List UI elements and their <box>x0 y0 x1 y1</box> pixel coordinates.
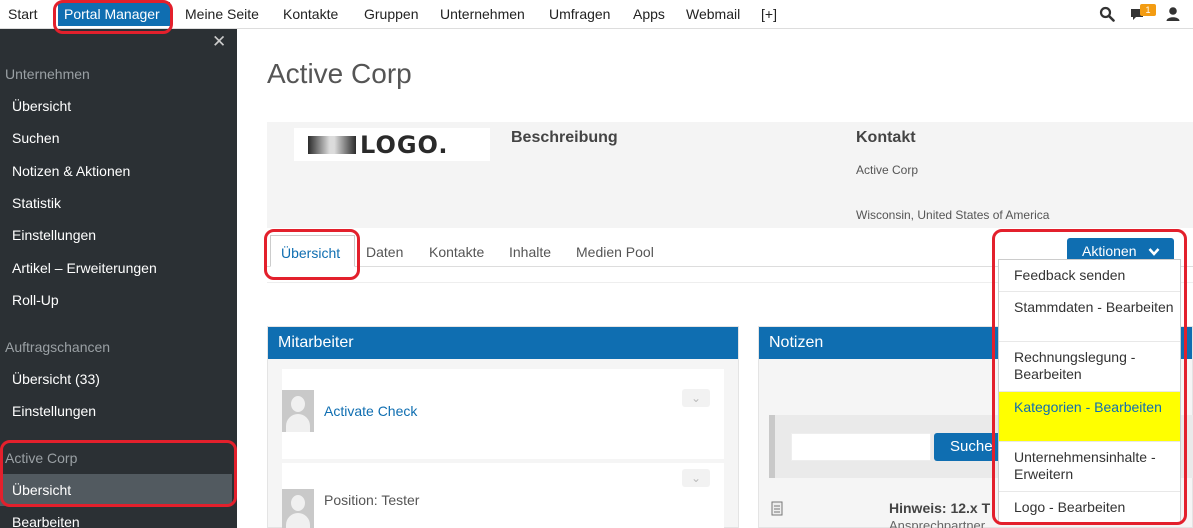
sidebar-item-suchen[interactable]: Suchen <box>12 130 59 146</box>
nav-unternehmen[interactable]: Unternehmen <box>440 6 525 22</box>
tab-uebersicht[interactable]: Übersicht <box>270 235 355 267</box>
company-logo: LOGO. <box>294 128 490 161</box>
employee-row: Activate Check ⌄ <box>282 369 724 459</box>
employee-position: Position: Tester <box>324 492 420 508</box>
nav-umfragen[interactable]: Umfragen <box>549 6 610 22</box>
sidebar-item-statistik[interactable]: Statistik <box>12 195 61 211</box>
tab-medien-pool[interactable]: Medien Pool <box>576 244 654 260</box>
chevron-down-icon[interactable]: ⌄ <box>682 389 710 407</box>
nav-meine-seite[interactable]: Meine Seite <box>185 6 259 22</box>
menu-item-kategorien[interactable]: Kategorien - Bearbeiten <box>999 392 1180 442</box>
sidebar-section-auftragschancen: Auftragschancen <box>5 339 111 355</box>
avatar <box>282 489 314 528</box>
sidebar: ✕ Unternehmen Übersicht Suchen Notizen &… <box>0 29 237 528</box>
contact-label: Kontakt <box>856 129 916 146</box>
tab-kontakte[interactable]: Kontakte <box>429 244 484 260</box>
menu-item-stammdaten[interactable]: Stammdaten - Bearbeiten <box>999 292 1180 342</box>
message-badge: 1 <box>1140 4 1156 16</box>
user-icon[interactable] <box>1165 6 1181 22</box>
note-hint-subtitle: Ansprechpartner <box>889 518 986 528</box>
mitarbeiter-title: Mitarbeiter <box>268 327 738 359</box>
sidebar-item-corp-uebersicht[interactable]: Übersicht <box>12 482 71 498</box>
employee-name-link[interactable]: Activate Check <box>324 403 417 419</box>
description-label: Beschreibung <box>511 129 618 146</box>
search-icon[interactable] <box>1099 6 1115 22</box>
aktionen-menu: Feedback senden Stammdaten - Bearbeiten … <box>998 259 1181 523</box>
sidebar-section-unternehmen: Unternehmen <box>5 66 90 82</box>
sidebar-item-auftrag-einstellungen[interactable]: Einstellungen <box>12 403 96 419</box>
document-icon <box>771 501 783 516</box>
sidebar-item-einstellungen[interactable]: Einstellungen <box>12 227 96 243</box>
sidebar-item-uebersicht[interactable]: Übersicht <box>12 98 71 114</box>
menu-item-unternehmensinhalte[interactable]: Unternehmensinhalte - Erweitern <box>999 442 1180 492</box>
avatar <box>282 390 314 432</box>
sidebar-item-artikel[interactable]: Artikel – Erweiterungen <box>12 260 157 276</box>
menu-item-feedback[interactable]: Feedback senden <box>999 260 1180 292</box>
contact-name: Active Corp <box>856 163 919 177</box>
close-icon[interactable]: ✕ <box>212 32 226 52</box>
nav-apps[interactable]: Apps <box>633 6 665 22</box>
mitarbeiter-panel: Mitarbeiter Activate Check ⌄ Position: T… <box>267 326 739 528</box>
note-hint-title: Hinweis: 12.x T <box>889 500 991 516</box>
employee-row: Position: Tester ⌄ <box>282 463 724 528</box>
tab-inhalte[interactable]: Inhalte <box>509 244 551 260</box>
sidebar-item-notizen[interactable]: Notizen & Aktionen <box>12 163 130 179</box>
search-button[interactable]: Suche <box>934 433 1004 461</box>
contact-location: Wisconsin, United States of America <box>856 208 1050 222</box>
sidebar-item-corp-bearbeiten[interactable]: Bearbeiten <box>12 514 80 528</box>
notes-search-input[interactable] <box>791 433 931 461</box>
chevron-down-icon[interactable]: ⌄ <box>682 469 710 487</box>
sidebar-item-auftrag-uebersicht[interactable]: Übersicht (33) <box>12 371 100 387</box>
sidebar-item-rollup[interactable]: Roll-Up <box>12 292 59 308</box>
logo-text: LOGO. <box>360 131 449 159</box>
menu-item-logo[interactable]: Logo - Bearbeiten <box>999 492 1180 524</box>
logo-graphic <box>308 136 356 154</box>
sidebar-section-active-corp: Active Corp <box>5 450 78 466</box>
nav-gruppen[interactable]: Gruppen <box>364 6 418 22</box>
nav-kontakte[interactable]: Kontakte <box>283 6 338 22</box>
nav-start[interactable]: Start <box>8 6 38 22</box>
menu-item-rechnungslegung[interactable]: Rechnungslegung - Bearbeiten <box>999 342 1180 392</box>
tab-daten[interactable]: Daten <box>366 244 403 260</box>
aktionen-label: Aktionen <box>1082 243 1137 259</box>
chevron-down-icon <box>1148 248 1160 256</box>
page-title: Active Corp <box>267 58 412 89</box>
nav-webmail[interactable]: Webmail <box>686 6 740 22</box>
nav-portal-manager[interactable]: Portal Manager <box>58 2 170 26</box>
nav-add[interactable]: [+] <box>761 6 777 22</box>
top-navigation: Start Portal Manager Meine Seite Kontakt… <box>0 0 1193 29</box>
